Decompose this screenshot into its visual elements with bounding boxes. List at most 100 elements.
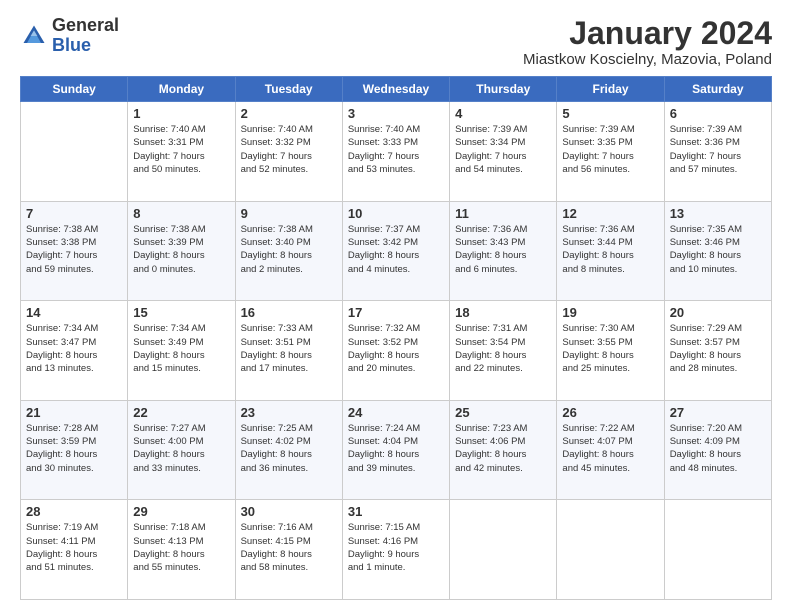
day-number-20: 20 (670, 305, 766, 320)
day-number-17: 17 (348, 305, 444, 320)
header-thursday: Thursday (450, 77, 557, 102)
calendar-cell-w5-d7 (664, 500, 771, 600)
day-info-22: Sunrise: 7:27 AM Sunset: 4:00 PM Dayligh… (133, 422, 229, 475)
header-saturday: Saturday (664, 77, 771, 102)
calendar-cell-w5-d4: 31 Sunrise: 7:15 AM Sunset: 4:16 PM Dayli… (342, 500, 449, 600)
day-info-19: Sunrise: 7:30 AM Sunset: 3:55 PM Dayligh… (562, 322, 658, 375)
day-info-27: Sunrise: 7:20 AM Sunset: 4:09 PM Dayligh… (670, 422, 766, 475)
calendar-cell-w3-d6: 19 Sunrise: 7:30 AM Sunset: 3:55 PM Dayli… (557, 301, 664, 401)
day-number-3: 3 (348, 106, 444, 121)
calendar-cell-w2-d5: 11 Sunrise: 7:36 AM Sunset: 3:43 PM Dayli… (450, 201, 557, 301)
day-info-13: Sunrise: 7:35 AM Sunset: 3:46 PM Dayligh… (670, 223, 766, 276)
day-number-8: 8 (133, 206, 229, 221)
calendar-cell-w3-d4: 17Sunrise: 7:32 AM Sunset: 3:52 PM Dayli… (342, 301, 449, 401)
calendar-cell-w5-d6 (557, 500, 664, 600)
day-info-9: Sunrise: 7:38 AM Sunset: 3:40 PM Dayligh… (241, 223, 337, 276)
day-info-7: Sunrise: 7:38 AM Sunset: 3:38 PM Dayligh… (26, 223, 122, 276)
day-number-21: 21 (26, 405, 122, 420)
day-info-29: Sunrise: 7:18 AM Sunset: 4:13 PM Dayligh… (133, 521, 229, 574)
calendar-cell-w2-d3: 9 Sunrise: 7:38 AM Sunset: 3:40 PM Daylig… (235, 201, 342, 301)
week-row-2: 7 Sunrise: 7:38 AM Sunset: 3:38 PM Daylig… (21, 201, 772, 301)
day-info-2: Sunrise: 7:40 AM Sunset: 3:32 PM Dayligh… (241, 123, 337, 176)
day-number-22: 22 (133, 405, 229, 420)
header-sunday: Sunday (21, 77, 128, 102)
calendar-cell-w1-d6: 5 Sunrise: 7:39 AM Sunset: 3:35 PM Daylig… (557, 102, 664, 202)
day-number-5: 5 (562, 106, 658, 121)
day-info-18: Sunrise: 7:31 AM Sunset: 3:54 PM Dayligh… (455, 322, 551, 375)
calendar-cell-w5-d5 (450, 500, 557, 600)
calendar-cell-w1-d5: 4Sunrise: 7:39 AM Sunset: 3:34 PM Daylig… (450, 102, 557, 202)
day-info-23: Sunrise: 7:25 AM Sunset: 4:02 PM Dayligh… (241, 422, 337, 475)
day-info-11: Sunrise: 7:36 AM Sunset: 3:43 PM Dayligh… (455, 223, 551, 276)
day-number-30: 30 (241, 504, 337, 519)
day-info-31: Sunrise: 7:15 AM Sunset: 4:16 PM Dayligh… (348, 521, 444, 574)
day-number-1: 1 (133, 106, 229, 121)
day-info-12: Sunrise: 7:36 AM Sunset: 3:44 PM Dayligh… (562, 223, 658, 276)
header-friday: Friday (557, 77, 664, 102)
week-row-5: 28Sunrise: 7:19 AM Sunset: 4:11 PM Dayli… (21, 500, 772, 600)
day-number-16: 16 (241, 305, 337, 320)
day-number-31: 31 (348, 504, 444, 519)
title-block: January 2024 Miastkow Koscielny, Mazovia… (523, 16, 772, 68)
calendar-cell-w4-d6: 26 Sunrise: 7:22 AM Sunset: 4:07 PM Dayli… (557, 400, 664, 500)
day-info-15: Sunrise: 7:34 AM Sunset: 3:49 PM Dayligh… (133, 322, 229, 375)
calendar-cell-w4-d2: 22 Sunrise: 7:27 AM Sunset: 4:00 PM Dayli… (128, 400, 235, 500)
calendar-cell-w4-d4: 24 Sunrise: 7:24 AM Sunset: 4:04 PM Dayli… (342, 400, 449, 500)
day-number-13: 13 (670, 206, 766, 221)
day-info-24: Sunrise: 7:24 AM Sunset: 4:04 PM Dayligh… (348, 422, 444, 475)
day-info-21: Sunrise: 7:28 AM Sunset: 3:59 PM Dayligh… (26, 422, 122, 475)
day-number-11: 11 (455, 206, 551, 221)
day-number-23: 23 (241, 405, 337, 420)
calendar-table: Sunday Monday Tuesday Wednesday Thursday… (20, 76, 772, 600)
day-info-5: Sunrise: 7:39 AM Sunset: 3:35 PM Dayligh… (562, 123, 658, 176)
day-number-26: 26 (562, 405, 658, 420)
day-number-19: 19 (562, 305, 658, 320)
week-row-4: 21 Sunrise: 7:28 AM Sunset: 3:59 PM Dayli… (21, 400, 772, 500)
logo-blue: Blue (52, 35, 91, 55)
calendar-cell-w3-d5: 18 Sunrise: 7:31 AM Sunset: 3:54 PM Dayli… (450, 301, 557, 401)
month-title: January 2024 (523, 16, 772, 51)
day-number-9: 9 (241, 206, 337, 221)
header-monday: Monday (128, 77, 235, 102)
day-number-7: 7 (26, 206, 122, 221)
day-number-10: 10 (348, 206, 444, 221)
calendar-cell-w3-d3: 16 Sunrise: 7:33 AM Sunset: 3:51 PM Dayli… (235, 301, 342, 401)
day-info-1: Sunrise: 7:40 AM Sunset: 3:31 PM Dayligh… (133, 123, 229, 176)
day-info-16: Sunrise: 7:33 AM Sunset: 3:51 PM Dayligh… (241, 322, 337, 375)
day-info-26: Sunrise: 7:22 AM Sunset: 4:07 PM Dayligh… (562, 422, 658, 475)
calendar-cell-w4-d5: 25Sunrise: 7:23 AM Sunset: 4:06 PM Dayli… (450, 400, 557, 500)
day-number-29: 29 (133, 504, 229, 519)
logo: General Blue (20, 16, 119, 56)
day-number-14: 14 (26, 305, 122, 320)
day-number-15: 15 (133, 305, 229, 320)
day-number-12: 12 (562, 206, 658, 221)
day-number-6: 6 (670, 106, 766, 121)
day-info-28: Sunrise: 7:19 AM Sunset: 4:11 PM Dayligh… (26, 521, 122, 574)
day-number-18: 18 (455, 305, 551, 320)
day-info-14: Sunrise: 7:34 AM Sunset: 3:47 PM Dayligh… (26, 322, 122, 375)
calendar-cell-w4-d1: 21 Sunrise: 7:28 AM Sunset: 3:59 PM Dayli… (21, 400, 128, 500)
logo-general: General (52, 15, 119, 35)
calendar-cell-w5-d1: 28Sunrise: 7:19 AM Sunset: 4:11 PM Dayli… (21, 500, 128, 600)
day-info-4: Sunrise: 7:39 AM Sunset: 3:34 PM Dayligh… (455, 123, 551, 176)
day-number-25: 25 (455, 405, 551, 420)
day-info-6: Sunrise: 7:39 AM Sunset: 3:36 PM Dayligh… (670, 123, 766, 176)
calendar-cell-w1-d1 (21, 102, 128, 202)
weekday-header-row: Sunday Monday Tuesday Wednesday Thursday… (21, 77, 772, 102)
week-row-1: 1 Sunrise: 7:40 AM Sunset: 3:31 PM Daylig… (21, 102, 772, 202)
calendar-cell-w1-d7: 6 Sunrise: 7:39 AM Sunset: 3:36 PM Daylig… (664, 102, 771, 202)
day-info-20: Sunrise: 7:29 AM Sunset: 3:57 PM Dayligh… (670, 322, 766, 375)
calendar-cell-w3-d2: 15 Sunrise: 7:34 AM Sunset: 3:49 PM Dayli… (128, 301, 235, 401)
header: General Blue January 2024 Miastkow Kosci… (20, 16, 772, 68)
day-info-8: Sunrise: 7:38 AM Sunset: 3:39 PM Dayligh… (133, 223, 229, 276)
day-number-24: 24 (348, 405, 444, 420)
calendar-cell-w2-d7: 13 Sunrise: 7:35 AM Sunset: 3:46 PM Dayli… (664, 201, 771, 301)
calendar-cell-w1-d2: 1 Sunrise: 7:40 AM Sunset: 3:31 PM Daylig… (128, 102, 235, 202)
day-number-2: 2 (241, 106, 337, 121)
calendar-cell-w2-d2: 8 Sunrise: 7:38 AM Sunset: 3:39 PM Daylig… (128, 201, 235, 301)
header-tuesday: Tuesday (235, 77, 342, 102)
calendar-cell-w4-d3: 23 Sunrise: 7:25 AM Sunset: 4:02 PM Dayli… (235, 400, 342, 500)
day-number-27: 27 (670, 405, 766, 420)
logo-text: General Blue (52, 16, 119, 56)
week-row-3: 14 Sunrise: 7:34 AM Sunset: 3:47 PM Dayli… (21, 301, 772, 401)
